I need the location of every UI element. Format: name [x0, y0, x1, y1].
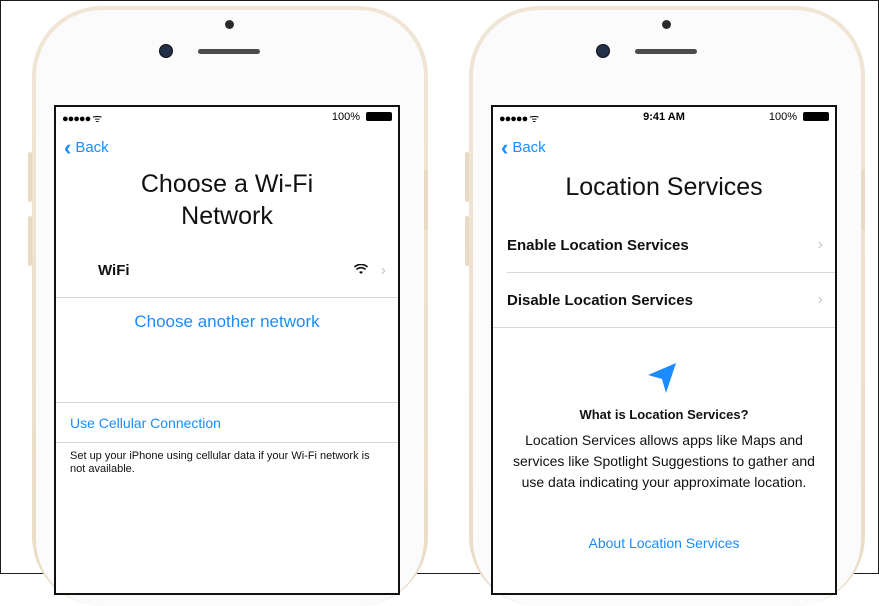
front-camera-icon: [596, 44, 610, 58]
enable-location-row[interactable]: Enable Location Services ›: [507, 218, 835, 273]
volume-up-button: [465, 152, 469, 202]
separator: [493, 327, 835, 328]
battery-icon: [803, 112, 829, 121]
page-title-line1: Choose a Wi-Fi: [140, 170, 314, 198]
wifi-network-row[interactable]: WiFi ›: [56, 244, 398, 298]
signal-icon: ●●●●● ᯤ: [62, 113, 102, 125]
status-bar: ●●●●● ᯤ 9:41 AM 100%: [493, 107, 835, 129]
separator: [56, 402, 398, 403]
page-title: Location Services: [565, 173, 763, 201]
info-body: Location Services allows apps like Maps …: [513, 432, 815, 490]
enable-location-label: Enable Location Services: [507, 236, 689, 254]
earpiece-speaker: [198, 49, 260, 54]
front-camera-icon: [159, 44, 173, 58]
chevron-right-icon: ›: [817, 236, 823, 253]
separator: [56, 442, 398, 443]
cellular-description: Set up your iPhone using cellular data i…: [70, 450, 370, 475]
page-title-line2: Network: [181, 202, 273, 230]
earpiece-speaker: [635, 49, 697, 54]
back-button[interactable]: ‹ Back: [64, 134, 109, 160]
status-bar: ●●●●● ᯤ 100%: [56, 107, 398, 129]
volume-down-button: [465, 216, 469, 266]
wifi-screen: ●●●●● ᯤ 100% ‹ Back Choose a Wi-Fi Netwo…: [54, 105, 400, 595]
chevron-right-icon: ›: [817, 291, 823, 308]
power-button: [861, 170, 865, 230]
chevron-right-icon: ›: [380, 261, 386, 279]
page-title: Choose a Wi-Fi Network: [56, 168, 398, 232]
wifi-network-name: WiFi: [98, 262, 130, 279]
proximity-sensor-icon: [662, 20, 671, 29]
power-button: [424, 170, 428, 230]
disable-location-label: Disable Location Services: [507, 291, 693, 309]
location-arrow-icon: [648, 363, 676, 393]
phone-wifi-setup: ●●●●● ᯤ 100% ‹ Back Choose a Wi-Fi Netwo…: [32, 6, 428, 606]
phone-location-setup: ●●●●● ᯤ 9:41 AM 100% ‹ Back Location Ser…: [469, 6, 865, 606]
battery-icon: [366, 112, 392, 121]
battery-percent: 100%: [331, 111, 360, 123]
volume-up-button: [28, 152, 32, 202]
choose-another-network-link[interactable]: Choose another network: [56, 312, 398, 332]
location-screen: ●●●●● ᯤ 9:41 AM 100% ‹ Back Location Ser…: [491, 105, 837, 595]
disable-location-row[interactable]: Disable Location Services ›: [507, 273, 835, 328]
back-chevron-icon: ‹: [64, 134, 72, 160]
back-label: Back: [512, 139, 546, 156]
back-button[interactable]: ‹ Back: [501, 134, 546, 160]
about-location-link[interactable]: About Location Services: [493, 535, 835, 551]
use-cellular-button[interactable]: Use Cellular Connection: [70, 415, 221, 431]
proximity-sensor-icon: [225, 20, 234, 29]
back-label: Back: [75, 139, 109, 156]
info-heading: What is Location Services?: [579, 407, 749, 422]
back-chevron-icon: ‹: [501, 134, 509, 160]
wifi-icon: [354, 264, 368, 274]
battery-percent: 100%: [768, 111, 797, 123]
volume-down-button: [28, 216, 32, 266]
